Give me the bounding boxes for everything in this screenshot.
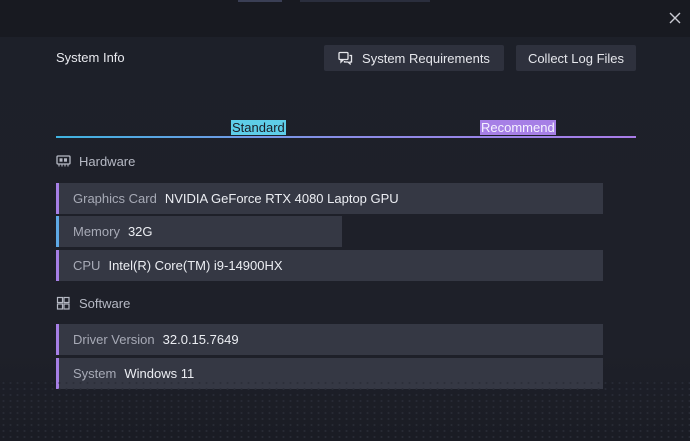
software-section-header: Software bbox=[56, 294, 130, 312]
collect-log-files-label: Collect Log Files bbox=[527, 50, 625, 66]
graphics-card-value: NVIDIA GeForce RTX 4080 Laptop GPU bbox=[164, 191, 399, 206]
cpu-row: CPU Intel(R) Core(TM) i9-14900HX bbox=[56, 250, 603, 281]
graphics-card-label: Graphics Card bbox=[73, 191, 157, 206]
tab-underline bbox=[56, 136, 636, 138]
cpu-label: CPU bbox=[73, 258, 101, 273]
page-title: System Info bbox=[56, 50, 125, 65]
close-icon bbox=[669, 12, 681, 24]
row-accent-bar bbox=[56, 250, 59, 281]
driver-version-row: Driver Version 32.0.15.7649 bbox=[56, 324, 603, 355]
memory-value: 32G bbox=[127, 224, 153, 239]
tab-standard[interactable]: Standard bbox=[231, 120, 286, 135]
memory-row: Memory 32G bbox=[56, 216, 342, 247]
system-value: Windows 11 bbox=[124, 366, 195, 381]
windows-logo-icon bbox=[56, 296, 72, 310]
title-bar-accent-secondary bbox=[300, 0, 430, 2]
row-accent-bar bbox=[56, 216, 59, 247]
driver-version-value: 32.0.15.7649 bbox=[162, 332, 239, 347]
software-section-title: Software bbox=[79, 295, 131, 311]
system-label: System bbox=[73, 366, 117, 381]
memory-label: Memory bbox=[73, 224, 120, 239]
title-bar-accent bbox=[238, 0, 282, 2]
hardware-section-title: Hardware bbox=[79, 153, 136, 169]
collect-log-files-button[interactable]: Collect Log Files bbox=[516, 45, 636, 71]
tab-recommend[interactable]: Recommend bbox=[480, 120, 556, 135]
chat-bubbles-icon bbox=[338, 51, 353, 65]
background-dot-pattern bbox=[0, 380, 690, 441]
driver-version-label: Driver Version bbox=[73, 332, 155, 347]
system-requirements-button[interactable]: System Requirements bbox=[324, 45, 504, 71]
hardware-section-header: Hardware bbox=[56, 152, 135, 170]
graphics-card-icon bbox=[56, 154, 72, 168]
graphics-card-row: Graphics Card NVIDIA GeForce RTX 4080 La… bbox=[56, 183, 603, 214]
cpu-value: Intel(R) Core(TM) i9-14900HX bbox=[108, 258, 283, 273]
tab-bar: Standard Recommend bbox=[56, 118, 636, 138]
system-info-dialog: System Info System Requirements Collect … bbox=[0, 0, 690, 441]
close-button[interactable] bbox=[664, 7, 686, 29]
system-requirements-label: System Requirements bbox=[362, 50, 490, 66]
row-accent-bar bbox=[56, 183, 59, 214]
row-accent-bar bbox=[56, 324, 59, 355]
title-bar bbox=[0, 0, 690, 37]
